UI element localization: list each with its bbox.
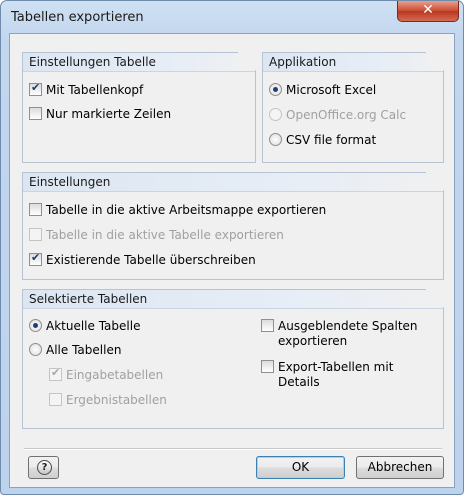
help-button[interactable]: ? bbox=[28, 456, 59, 479]
footer-divider bbox=[24, 448, 442, 450]
radio-microsoft-excel[interactable]: Microsoft Excel bbox=[269, 83, 376, 97]
radio-label: CSV file format bbox=[286, 133, 377, 147]
checkbox-label: Ergebnistabellen bbox=[66, 393, 167, 407]
checkbox-ausgeblendete-spalten[interactable]: Ausgeblendete Spalten bbox=[261, 319, 418, 333]
checkbox-label: Mit Tabellenkopf bbox=[46, 83, 144, 97]
checkbox-label: Eingabetabellen bbox=[66, 368, 164, 382]
checkbox-icon[interactable] bbox=[261, 360, 274, 373]
close-icon: ✕ bbox=[422, 2, 434, 18]
radio-aktuelle-tabelle[interactable]: Aktuelle Tabelle bbox=[29, 319, 140, 333]
checkbox-label-continued: exportieren bbox=[278, 334, 348, 348]
dialog-client-area: Einstellungen Tabelle Mit Tabellenkopf N… bbox=[9, 33, 455, 488]
radio-label: Alle Tabellen bbox=[46, 343, 122, 357]
checkbox-label: Tabelle in die aktive Tabelle exportiere… bbox=[46, 228, 284, 242]
checkbox-label: Export-Tabellen mit bbox=[278, 360, 394, 374]
radio-icon[interactable] bbox=[29, 319, 42, 332]
group-header: Einstellungen Tabelle bbox=[23, 52, 256, 72]
radio-label: Aktuelle Tabelle bbox=[46, 319, 141, 333]
dialog-window: Tabellen exportieren ✕ Einstellungen Tab… bbox=[0, 0, 464, 495]
radio-csv-file-format[interactable]: CSV file format bbox=[269, 133, 376, 147]
checkbox-label: Tabelle in die aktive Arbeitsmappe expor… bbox=[46, 203, 327, 217]
checkbox-icon[interactable] bbox=[29, 251, 42, 266]
checkbox-eingabetabellen: Eingabetabellen bbox=[49, 366, 164, 382]
checkbox-label-continued: Details bbox=[278, 375, 320, 389]
checkbox-aktive-tabelle: Tabelle in die aktive Tabelle exportiere… bbox=[29, 228, 284, 242]
radio-openoffice-calc: OpenOffice.org Calc bbox=[269, 108, 406, 122]
group-einstellungen-tabelle: Einstellungen Tabelle Mit Tabellenkopf N… bbox=[22, 52, 256, 163]
checkbox-export-tabellen-details[interactable]: Export-Tabellen mit bbox=[261, 360, 393, 374]
checkbox-icon bbox=[29, 228, 42, 241]
close-button[interactable]: ✕ bbox=[397, 1, 459, 22]
help-icon: ? bbox=[37, 460, 52, 475]
radio-icon[interactable] bbox=[269, 83, 282, 96]
group-einstellungen: Einstellungen Tabelle in die aktive Arbe… bbox=[22, 172, 444, 280]
checkbox-label: Ausgeblendete Spalten bbox=[278, 319, 418, 333]
checkbox-icon[interactable] bbox=[29, 107, 42, 120]
group-title: Applikation bbox=[269, 55, 337, 69]
checkbox-ergebnistabellen: Ergebnistabellen bbox=[49, 393, 167, 407]
group-header: Applikation bbox=[263, 52, 444, 72]
checkbox-label: Nur markierte Zeilen bbox=[46, 107, 172, 121]
group-applikation: Applikation Microsoft Excel OpenOffice.o… bbox=[262, 52, 444, 163]
group-title: Einstellungen Tabelle bbox=[29, 55, 156, 69]
ok-button[interactable]: OK bbox=[256, 456, 345, 479]
radio-icon[interactable] bbox=[29, 343, 42, 356]
radio-icon[interactable] bbox=[269, 133, 282, 146]
radio-label: OpenOffice.org Calc bbox=[286, 108, 407, 122]
group-header: Selektierte Tabellen bbox=[23, 289, 444, 309]
dialog-title: Tabellen exportieren bbox=[11, 10, 144, 25]
checkbox-tabelle-ueberschreiben[interactable]: Existierende Tabelle überschreiben bbox=[29, 251, 256, 267]
group-title: Selektierte Tabellen bbox=[29, 292, 148, 306]
group-header: Einstellungen bbox=[23, 172, 444, 192]
group-selektierte-tabellen: Selektierte Tabellen Aktuelle Tabelle Al… bbox=[22, 289, 444, 429]
checkbox-icon bbox=[49, 366, 62, 381]
cancel-button[interactable]: Abbrechen bbox=[356, 456, 444, 479]
group-title: Einstellungen bbox=[29, 175, 111, 189]
radio-alle-tabellen[interactable]: Alle Tabellen bbox=[29, 343, 121, 357]
checkbox-label: Existierende Tabelle überschreiben bbox=[46, 253, 256, 267]
checkbox-aktive-arbeitsmappe[interactable]: Tabelle in die aktive Arbeitsmappe expor… bbox=[29, 203, 326, 217]
checkbox-icon[interactable] bbox=[261, 319, 274, 332]
checkbox-icon[interactable] bbox=[29, 81, 42, 96]
radio-label: Microsoft Excel bbox=[286, 83, 377, 97]
radio-icon bbox=[269, 108, 282, 121]
checkbox-nur-markierte-zeilen[interactable]: Nur markierte Zeilen bbox=[29, 107, 171, 121]
checkbox-icon bbox=[49, 393, 62, 406]
checkbox-icon[interactable] bbox=[29, 203, 42, 216]
checkbox-mit-tabellenkopf[interactable]: Mit Tabellenkopf bbox=[29, 81, 144, 97]
